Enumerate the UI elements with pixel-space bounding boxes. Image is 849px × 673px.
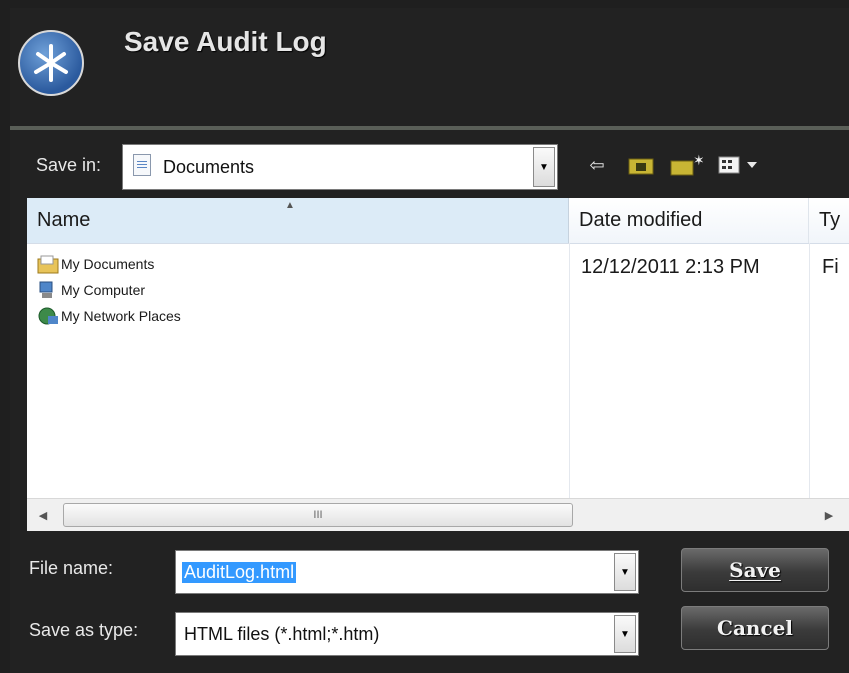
save-button[interactable]: Save <box>681 548 829 592</box>
save-as-type-value: HTML files (*.html;*.htm) <box>184 623 380 644</box>
column-type-label: Ty <box>819 209 841 231</box>
column-date-modified[interactable]: Date modified <box>569 198 809 243</box>
scroll-left-icon[interactable]: ◀ <box>33 505 53 525</box>
column-name[interactable]: Name ▲ <box>27 198 569 243</box>
column-type[interactable]: Ty <box>809 198 849 243</box>
documents-folder-icon <box>133 154 151 176</box>
list-header: Name ▲ Date modified Ty <box>27 198 849 244</box>
file-name-label: File name: <box>29 558 114 578</box>
scrollbar-thumb[interactable]: III <box>63 503 573 527</box>
my-documents-icon <box>37 254 59 274</box>
column-divider <box>569 243 570 498</box>
svg-text:✶: ✶ <box>693 153 703 168</box>
column-date-label: Date modified <box>579 209 703 231</box>
cancel-button[interactable]: Cancel <box>681 606 829 650</box>
my-computer-icon <box>37 280 59 300</box>
file-list[interactable]: Name ▲ Date modified Ty My Documents My … <box>27 198 849 531</box>
app-logo-icon <box>18 30 84 96</box>
view-menu-icon[interactable] <box>716 152 766 178</box>
save-in-dropdown[interactable]: Documents ▼ <box>122 144 558 190</box>
chevron-down-icon[interactable]: ▼ <box>533 147 555 187</box>
network-places-icon <box>37 306 59 326</box>
horizontal-scrollbar[interactable]: ◀ III ▶ <box>27 498 849 531</box>
save-button-label: Save <box>729 558 781 582</box>
list-item[interactable]: My Network Places <box>37 304 181 328</box>
sort-up-icon: ▲ <box>285 200 295 211</box>
file-name-input[interactable]: AuditLog.html ▼ <box>175 550 639 594</box>
chevron-down-icon[interactable]: ▼ <box>614 615 636 653</box>
cancel-button-label: Cancel <box>717 616 793 640</box>
scroll-right-icon[interactable]: ▶ <box>819 505 839 525</box>
save-as-type-dropdown[interactable]: HTML files (*.html;*.htm) ▼ <box>175 612 639 656</box>
list-item[interactable]: My Documents <box>37 252 154 276</box>
date-modified-cell: 12/12/2011 2:13 PM <box>581 256 760 278</box>
chevron-down-icon[interactable]: ▼ <box>614 553 636 591</box>
column-name-label: Name <box>37 209 91 231</box>
list-item[interactable]: My Computer <box>37 278 145 302</box>
scroll-grip: III <box>313 509 323 521</box>
back-icon[interactable]: ⇦ <box>582 152 612 178</box>
type-cell: Fi <box>822 256 839 278</box>
save-in-value: Documents <box>163 156 255 177</box>
dialog-title: Save Audit Log <box>124 26 327 57</box>
save-dialog: Save Audit Log Save in: Documents ▼ ⇦ ✶ … <box>0 0 849 673</box>
list-item-label: My Documents <box>61 256 155 272</box>
save-as-type-label: Save as type: <box>29 620 139 640</box>
new-folder-icon[interactable]: ✶ <box>668 152 704 178</box>
list-item-label: My Computer <box>61 282 146 298</box>
column-divider <box>809 243 810 498</box>
save-in-label: Save in: <box>36 155 102 175</box>
list-item-label: My Network Places <box>61 308 181 324</box>
up-folder-icon[interactable] <box>626 152 656 178</box>
file-name-value: AuditLog.html <box>182 561 297 583</box>
